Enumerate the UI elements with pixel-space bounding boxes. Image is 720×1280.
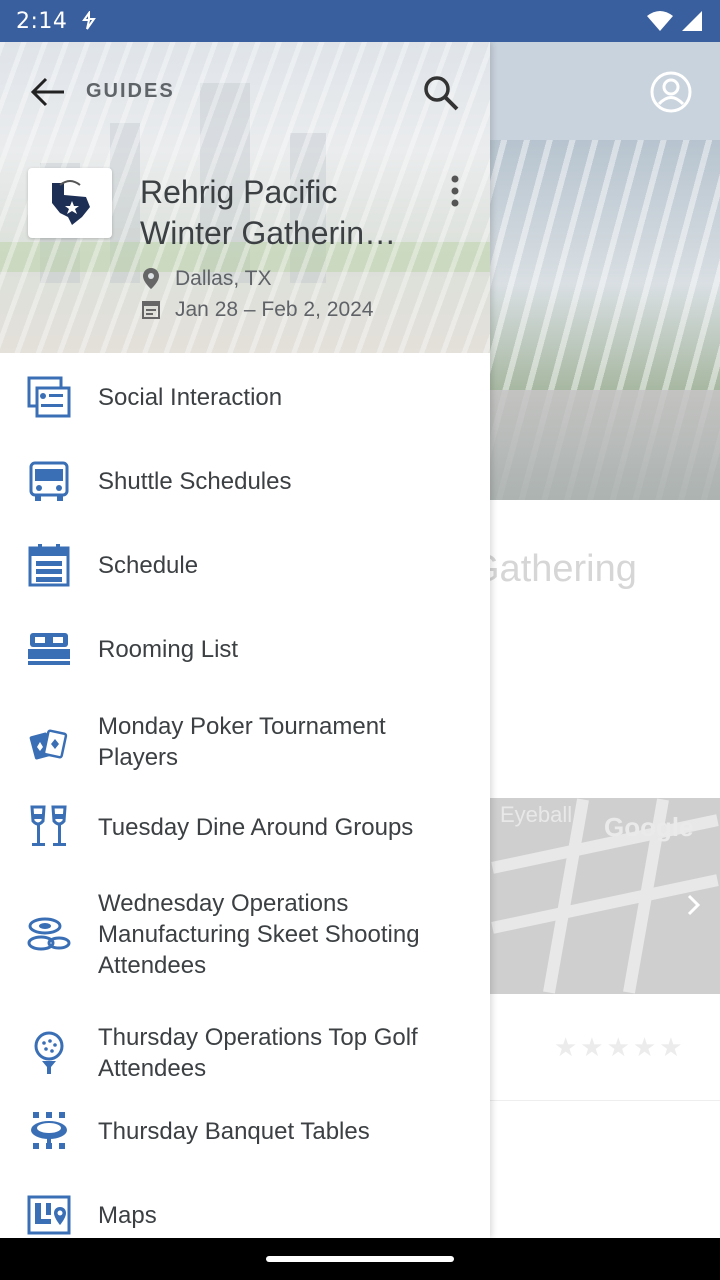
map-icon [26, 1192, 72, 1238]
menu-item-social-interaction[interactable]: Social Interaction [0, 360, 490, 434]
profile-icon[interactable] [650, 71, 692, 113]
location-pin-icon [143, 268, 159, 289]
drawer-header: GUIDES Rehrig Pacific Winter Gatherin… D… [0, 42, 490, 353]
schedule-list-icon [26, 542, 72, 588]
chevron-right-icon[interactable] [680, 892, 706, 918]
status-bar: 2:14 [0, 0, 720, 42]
menu-item-label: Wednesday Operations Manufacturing Skeet… [98, 890, 420, 979]
bed-icon [26, 626, 72, 672]
data-saver-icon [82, 11, 97, 30]
banquet-table-icon [26, 1108, 72, 1154]
menu-item-label: Thursday Banquet Tables [98, 1118, 370, 1145]
menu-item-shuttle-schedules[interactable]: Shuttle Schedules [0, 444, 490, 518]
event-dates: Jan 28 – Feb 2, 2024 [175, 298, 374, 321]
menu-item-label: Schedule [98, 552, 199, 579]
google-logo: Google [604, 812, 694, 842]
event-title-line-2: Winter Gatherin… [140, 215, 397, 251]
guides-label: GUIDES [86, 80, 175, 102]
event-location: Dallas, TX [175, 267, 272, 290]
menu-item-thursday-banquet[interactable]: Thursday Banquet Tables [0, 1094, 490, 1168]
menu-item-label: Thursday Operations Top Golf Attendees [98, 1024, 418, 1082]
menu-item-label: Social Interaction [98, 384, 283, 411]
menu-item-thursday-top-golf[interactable]: Thursday Operations Top Golf Attendees [0, 1006, 490, 1100]
back-arrow-icon[interactable] [28, 72, 68, 112]
menu-item-rooming-list[interactable]: Rooming List [0, 612, 490, 686]
event-title-line-1: Rehrig Pacific [140, 174, 338, 210]
calendar-icon [142, 301, 160, 319]
navigation-drawer: GUIDES Rehrig Pacific Winter Gatherin… D… [0, 42, 490, 1238]
search-icon[interactable] [420, 72, 462, 114]
menu-item-label: Tuesday Dine Around Groups [98, 814, 414, 841]
social-interaction-icon [26, 374, 72, 420]
playing-cards-icon [26, 721, 72, 767]
menu-item-monday-poker[interactable]: Monday Poker Tournament Players [0, 696, 490, 792]
status-time: 2:14 [16, 8, 68, 34]
map-street-label: Eyeball [500, 802, 573, 827]
wifi-icon [647, 11, 673, 31]
menu-item-label: Monday Poker Tournament Players [98, 713, 386, 771]
golf-ball-tee-icon [26, 1030, 72, 1076]
menu-item-label: Shuttle Schedules [98, 468, 292, 495]
cell-signal-icon [682, 11, 702, 31]
clay-target-icon [26, 912, 72, 958]
divider [490, 1100, 720, 1101]
menu-item-wednesday-skeet[interactable]: Wednesday Operations Manufacturing Skeet… [0, 878, 490, 998]
event-logo [28, 168, 112, 238]
texas-logo-icon [52, 180, 90, 225]
menu-item-label: Maps [98, 1202, 157, 1229]
home-gesture-handle[interactable] [266, 1256, 454, 1262]
menu-item-maps[interactable]: Maps [0, 1178, 490, 1238]
system-navigation-bar [0, 1238, 720, 1280]
bus-icon [26, 458, 72, 504]
wine-glasses-icon [26, 804, 72, 850]
more-options-icon[interactable] [444, 174, 466, 208]
rating-stars[interactable]: ★★★★★ [554, 1032, 686, 1063]
menu-item-tuesday-dine-around[interactable]: Tuesday Dine Around Groups [0, 790, 490, 866]
menu-item-schedule[interactable]: Schedule [0, 528, 490, 602]
menu-item-label: Rooming List [98, 636, 239, 663]
event-title: Rehrig Pacific Winter Gatherin… [140, 172, 430, 254]
